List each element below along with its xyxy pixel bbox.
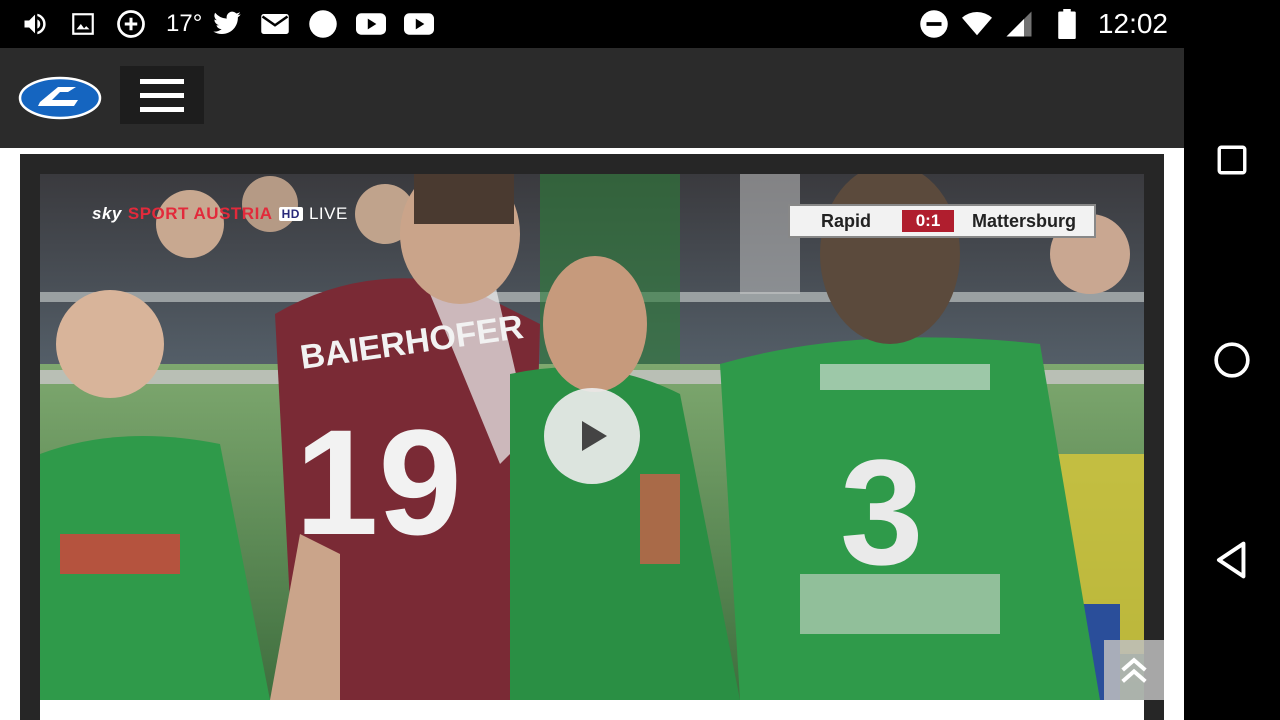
home-team: Rapid [820,210,871,231]
jersey-number-3: 3 [840,428,923,596]
away-team: Mattersburg [971,210,1076,231]
video-player[interactable]: BAIERHOFER 19 3 sky SPORT AUSTRIA HD LIV… [40,174,1144,700]
temperature: 17° [166,10,203,37]
video-card: BAIERHOFER 19 3 sky SPORT AUSTRIA HD LIV… [20,154,1164,720]
app-header [0,48,1184,148]
page-content: BAIERHOFER 19 3 sky SPORT AUSTRIA HD LIV… [0,148,1184,720]
wifi-icon [962,9,992,39]
youtube-icon [404,9,434,39]
back-button[interactable] [1212,540,1252,580]
menu-line [140,92,184,98]
live-label: LIVE [308,204,348,223]
laola1-logo-icon[interactable] [18,76,102,120]
jersey-number-19: 19 [295,398,462,566]
circle-icon [308,9,338,39]
battery-icon [1052,9,1082,39]
scoreboard: Rapid 0:1 Mattersburg [788,204,1096,238]
add-circle-icon [116,9,146,39]
status-bar: 17° 12:02 [0,0,1184,48]
signal-icon [1004,9,1034,39]
twitter-icon [212,9,242,39]
hamburger-menu-button[interactable] [120,66,204,124]
system-nav-bar [1184,0,1280,720]
do-not-disturb-icon [919,9,949,39]
card-footer [40,700,1144,720]
volume-icon [20,9,50,39]
play-icon [582,421,607,451]
menu-line [140,78,184,84]
clock: 12:02 [1097,8,1168,39]
scroll-to-top-button[interactable] [1104,640,1164,700]
broadcaster-logo: sky SPORT AUSTRIA HD LIVE [92,204,348,224]
hd-badge: HD [278,207,303,221]
recents-button[interactable] [1212,140,1252,180]
mail-icon [260,9,290,39]
image-icon [68,9,98,39]
score: 0:1 [902,210,954,232]
sport-austria-label: SPORT AUSTRIA [127,204,273,223]
home-button[interactable] [1212,340,1252,380]
youtube-icon [356,9,386,39]
menu-line [140,106,184,112]
play-button[interactable] [544,388,640,484]
sky-label: sky [92,204,122,223]
double-chevron-up-icon [1121,657,1147,683]
